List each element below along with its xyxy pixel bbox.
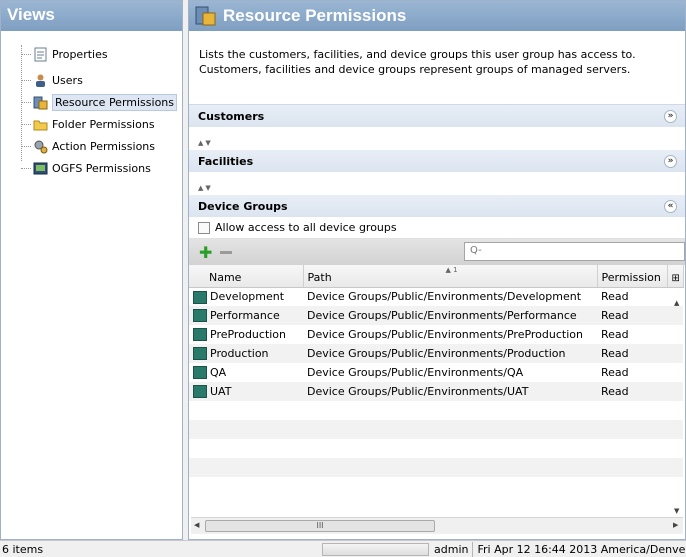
expand-icon[interactable]: » (664, 154, 677, 168)
tree-item-resource-permissions[interactable]: Resource Permissions (15, 91, 182, 113)
device-group-icon (193, 309, 207, 323)
table-row-empty (189, 420, 683, 439)
device-group-icon (193, 328, 207, 342)
section-facilities[interactable]: Facilities » (189, 150, 685, 172)
status-datetime: Fri Apr 12 16:44 2013 America/Denve (477, 542, 686, 556)
facilities-reorder-icon[interactable]: ▲▼ (189, 182, 685, 195)
table-row[interactable]: PreProduction Device Groups/Public/Envir… (189, 325, 683, 344)
status-bar: 6 items admin Fri Apr 12 16:44 2013 Amer… (0, 540, 686, 557)
status-user: admin (434, 542, 469, 556)
panel-description: Lists the customers, facilities, and dev… (189, 31, 685, 105)
remove-icon[interactable] (220, 250, 233, 254)
column-header-name[interactable]: Name (189, 265, 304, 288)
tree-label-users: Users (52, 73, 83, 87)
views-tree: Properties Users Resource Permissions Fo… (1, 31, 182, 179)
device-groups-toolbar: ✚ Q- (189, 239, 685, 265)
items-count: 6 items (2, 542, 44, 556)
table-row[interactable]: UAT Device Groups/Public/Environments/UA… (189, 382, 683, 401)
user-icon (36, 74, 45, 87)
scroll-left-icon[interactable]: ◀ (194, 521, 199, 529)
device-group-icon (193, 347, 207, 361)
table-row-empty (189, 401, 683, 420)
scroll-up-icon[interactable]: ▲ (674, 299, 679, 307)
column-header-permission[interactable]: Permission (597, 265, 668, 288)
scroll-thumb[interactable]: III (205, 520, 435, 532)
expand-icon[interactable]: » (664, 109, 677, 123)
document-icon (34, 47, 47, 61)
views-panel: Views Properties Users Resource Permissi… (0, 0, 183, 540)
folder-icon (33, 120, 48, 130)
tree-label-action-permissions: Action Permissions (52, 139, 156, 153)
table-row[interactable]: Production Device Groups/Public/Environm… (189, 344, 683, 363)
tree-label-ogfs-permissions: OGFS Permissions (52, 161, 151, 175)
table-row-empty (189, 458, 683, 477)
vertical-scrollbar[interactable]: ▲ ▼ (672, 299, 684, 517)
table-row[interactable]: Performance Device Groups/Public/Environ… (189, 306, 683, 325)
collapse-icon[interactable]: « (664, 199, 677, 213)
resource-icon (195, 6, 216, 26)
panel-header: Resource Permissions (189, 1, 685, 31)
section-customers-label: Customers (198, 109, 265, 123)
scroll-right-icon[interactable]: ▶ (673, 521, 678, 529)
section-device-groups-label: Device Groups (198, 199, 288, 213)
terminal-icon (33, 162, 48, 174)
table-row-empty (189, 439, 683, 458)
gears-icon (34, 140, 48, 153)
allow-all-row[interactable]: Allow access to all device groups (189, 217, 685, 239)
horizontal-scrollbar[interactable]: ◀ III ▶ (191, 517, 683, 534)
resource-icon (33, 96, 48, 109)
tree-label-folder-permissions: Folder Permissions (52, 117, 155, 131)
column-header-path[interactable]: Path ▲ 1 (303, 265, 598, 288)
allow-all-label: Allow access to all device groups (215, 221, 397, 234)
tree-item-action-permissions[interactable]: Action Permissions (15, 135, 182, 157)
column-chooser-icon[interactable]: ⊞ (667, 265, 684, 288)
page-title: Resource Permissions (223, 6, 407, 25)
section-device-groups[interactable]: Device Groups « (189, 195, 685, 217)
section-customers[interactable]: Customers » (189, 105, 685, 127)
scroll-down-icon[interactable]: ▼ (674, 507, 679, 515)
table-row[interactable]: QA Device Groups/Public/Environments/QA … (189, 363, 683, 382)
customers-reorder-icon[interactable]: ▲▼ (189, 137, 685, 150)
tree-item-folder-permissions[interactable]: Folder Permissions (15, 113, 182, 135)
search-input[interactable]: Q- (464, 242, 685, 261)
tree-label-properties: Properties (52, 47, 108, 61)
table-row[interactable]: Development Device Groups/Public/Environ… (189, 287, 683, 306)
add-icon[interactable]: ✚ (199, 243, 212, 262)
allow-all-checkbox[interactable] (198, 221, 210, 234)
device-group-icon (193, 385, 207, 399)
device-group-icon (193, 290, 207, 304)
device-group-icon (193, 366, 207, 380)
sort-ascending-icon: ▲ 1 (445, 266, 458, 274)
tree-item-properties[interactable]: Properties (15, 39, 182, 69)
views-title: Views (1, 1, 182, 31)
tree-item-users[interactable]: Users (15, 69, 182, 91)
tree-item-ogfs-permissions[interactable]: OGFS Permissions (15, 157, 182, 179)
tree-label-resource-permissions: Resource Permissions (52, 93, 178, 111)
progress-bar (322, 542, 429, 556)
device-groups-table: Name Path ▲ 1 Permission ⊞ Development D… (189, 265, 684, 496)
section-facilities-label: Facilities (198, 154, 254, 168)
resource-permissions-panel: Resource Permissions Lists the customers… (188, 0, 686, 540)
table-row-empty (189, 477, 683, 496)
